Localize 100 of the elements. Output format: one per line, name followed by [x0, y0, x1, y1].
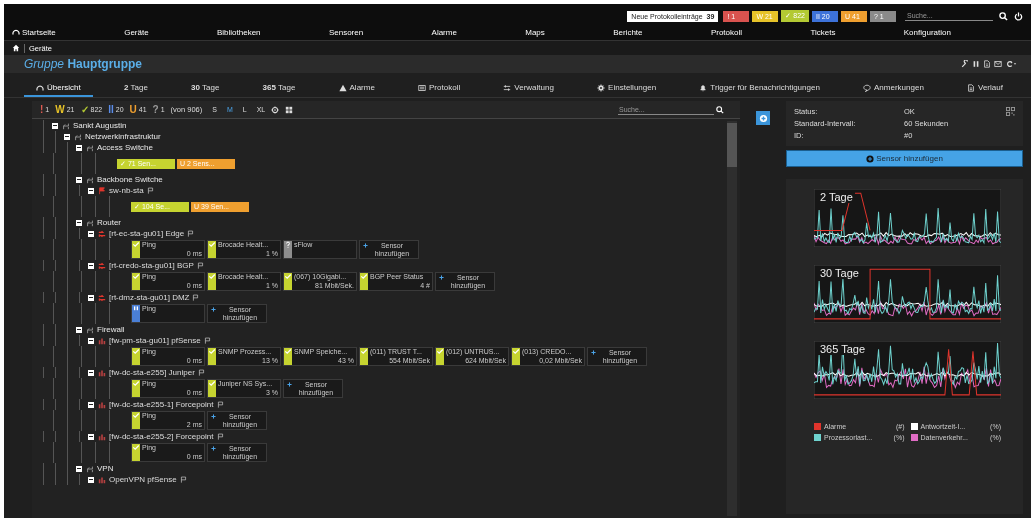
- tree-item[interactable]: Sankt Augustin: [73, 121, 127, 130]
- nav-link[interactable]: Berichte: [613, 28, 643, 37]
- network-icon: [86, 175, 94, 184]
- add-sensor-button[interactable]: Sensor hinzufügen: [786, 150, 1023, 167]
- flag-icon[interactable]: [216, 401, 224, 408]
- nav-link[interactable]: Sensoren: [328, 28, 364, 37]
- tree-toggle[interactable]: [88, 262, 94, 269]
- collapse-toggle[interactable]: [76, 326, 82, 333]
- nav-link[interactable]: Tickets: [810, 28, 836, 37]
- tree-toggle[interactable]: [88, 294, 94, 301]
- collapse-toggle[interactable]: [76, 219, 82, 226]
- collapse-toggle[interactable]: [64, 133, 70, 140]
- nav-link[interactable]: Bibliotheken: [217, 28, 261, 37]
- document-icon[interactable]: [983, 60, 991, 68]
- flag-icon[interactable]: [203, 337, 211, 344]
- flag-icon[interactable]: [197, 369, 205, 376]
- router-icon: [98, 261, 106, 270]
- tree-item[interactable]: Router: [97, 218, 121, 227]
- tab[interactable]: 30 Tage: [179, 81, 232, 97]
- tree-item[interactable]: Netzwerkinfrastruktur: [85, 132, 161, 141]
- tab-icon[interactable]: [597, 83, 606, 92]
- nav-link[interactable]: Geräte: [124, 28, 149, 37]
- network-icon: [62, 121, 70, 130]
- flag-icon[interactable]: [192, 294, 200, 301]
- add-button[interactable]: [756, 111, 770, 125]
- collapse-toggle[interactable]: [76, 465, 82, 472]
- collapse-toggle[interactable]: [76, 144, 82, 151]
- tab-icon[interactable]: [503, 83, 512, 92]
- nav-link[interactable]: Alarme: [431, 28, 457, 37]
- chart-title: 30 Tage: [818, 267, 861, 279]
- nav-link[interactable]: Maps: [525, 28, 545, 37]
- tree-toggle[interactable]: [88, 476, 94, 483]
- tab[interactable]: Übersicht: [24, 81, 93, 97]
- tab[interactable]: Verlauf: [955, 81, 1015, 97]
- tab-icon[interactable]: [967, 83, 975, 92]
- nav-link[interactable]: Protokoll: [710, 28, 742, 37]
- flag-icon[interactable]: [187, 230, 195, 237]
- search-icon[interactable]: [999, 11, 1008, 21]
- tab[interactable]: Verwaltung: [491, 81, 566, 97]
- tab-icon[interactable]: [338, 83, 347, 92]
- tab[interactable]: Einstellungen: [585, 81, 669, 97]
- tab[interactable]: Alarme: [326, 81, 387, 97]
- tree-item[interactable]: [fw-dc-sta-e255-2] Forcepoint: [109, 432, 214, 441]
- tree-item[interactable]: [rt-dmz-sta-gu01] DMZ: [109, 293, 190, 302]
- tree-item[interactable]: OpenVPN pfSense: [109, 475, 177, 484]
- flag-icon[interactable]: [196, 262, 204, 269]
- tree-item[interactable]: [fw-dc-sta-e255-1] Forcepoint: [109, 400, 214, 409]
- pause-icon[interactable]: [972, 60, 980, 68]
- collapse-toggle[interactable]: [76, 176, 82, 183]
- tree-item[interactable]: Firewall: [97, 325, 125, 334]
- qr-code-icon[interactable]: [1006, 107, 1015, 116]
- scrollbar[interactable]: [727, 121, 737, 516]
- bar-chart-icon: [98, 368, 106, 377]
- tree-toggle[interactable]: [88, 433, 94, 440]
- tree-item[interactable]: sw-nb-sta: [109, 186, 144, 195]
- refresh-icon[interactable]: [1005, 60, 1017, 68]
- tree-toggle[interactable]: [88, 230, 94, 237]
- grid-icon[interactable]: [285, 105, 294, 114]
- network-icon: [86, 218, 94, 227]
- tree-item[interactable]: Access Switche: [97, 143, 154, 152]
- tab-icon[interactable]: [36, 83, 44, 92]
- network-icon: [86, 143, 94, 152]
- search-icon[interactable]: [716, 105, 724, 114]
- tree-item[interactable]: VPN: [97, 464, 114, 473]
- flag-icon[interactable]: [216, 433, 224, 440]
- plus-icon: [591, 350, 596, 355]
- chart-title: 365 Tage: [818, 343, 868, 355]
- plus-icon: [287, 382, 292, 387]
- tree-toggle[interactable]: [88, 337, 94, 344]
- tab-icon[interactable]: [863, 83, 872, 92]
- collapse-toggle[interactable]: [52, 122, 58, 129]
- gauge-icon[interactable]: [12, 28, 20, 37]
- tree-toggle[interactable]: [88, 401, 94, 408]
- nav-link[interactable]: Konfiguration: [903, 28, 951, 37]
- tab[interactable]: Trigger für Benachrichtigungen: [687, 81, 832, 97]
- nav-link[interactable]: Startseite: [22, 28, 56, 37]
- network-icon: [74, 132, 82, 141]
- tree-item[interactable]: [fw-pm-sta-gu01] pfSense: [109, 336, 201, 345]
- bar-chart-icon: [98, 432, 106, 441]
- tree-item[interactable]: Backbone Switche: [97, 175, 163, 184]
- wrench-icon[interactable]: [961, 60, 969, 68]
- power-icon[interactable]: [1014, 11, 1023, 21]
- plus-icon: [866, 154, 875, 163]
- tab[interactable]: Anmerkungen: [851, 81, 936, 97]
- tab-icon[interactable]: [699, 83, 708, 92]
- tab-icon[interactable]: [418, 83, 427, 92]
- mail-icon[interactable]: [994, 60, 1002, 68]
- flag-icon[interactable]: [146, 187, 154, 194]
- tree-item[interactable]: [rt-credo-sta-gu01] BGP: [109, 261, 194, 270]
- tab[interactable]: 2 Tage: [111, 81, 160, 97]
- tree-item[interactable]: [rt-ec-sta-gu01] Edge: [109, 229, 185, 238]
- tab[interactable]: Protokoll: [406, 81, 473, 97]
- tree-toggle[interactable]: [88, 369, 94, 376]
- flag-icon[interactable]: [179, 476, 187, 483]
- tree-toggle[interactable]: [88, 187, 94, 194]
- scrollbar-thumb[interactable]: [727, 123, 737, 167]
- tree-item[interactable]: [fw-dc-sta-e255] Juniper: [109, 368, 195, 377]
- tab[interactable]: 365 Tage: [250, 81, 308, 97]
- settings-icon[interactable]: [271, 105, 280, 114]
- home-icon[interactable]: [12, 44, 20, 52]
